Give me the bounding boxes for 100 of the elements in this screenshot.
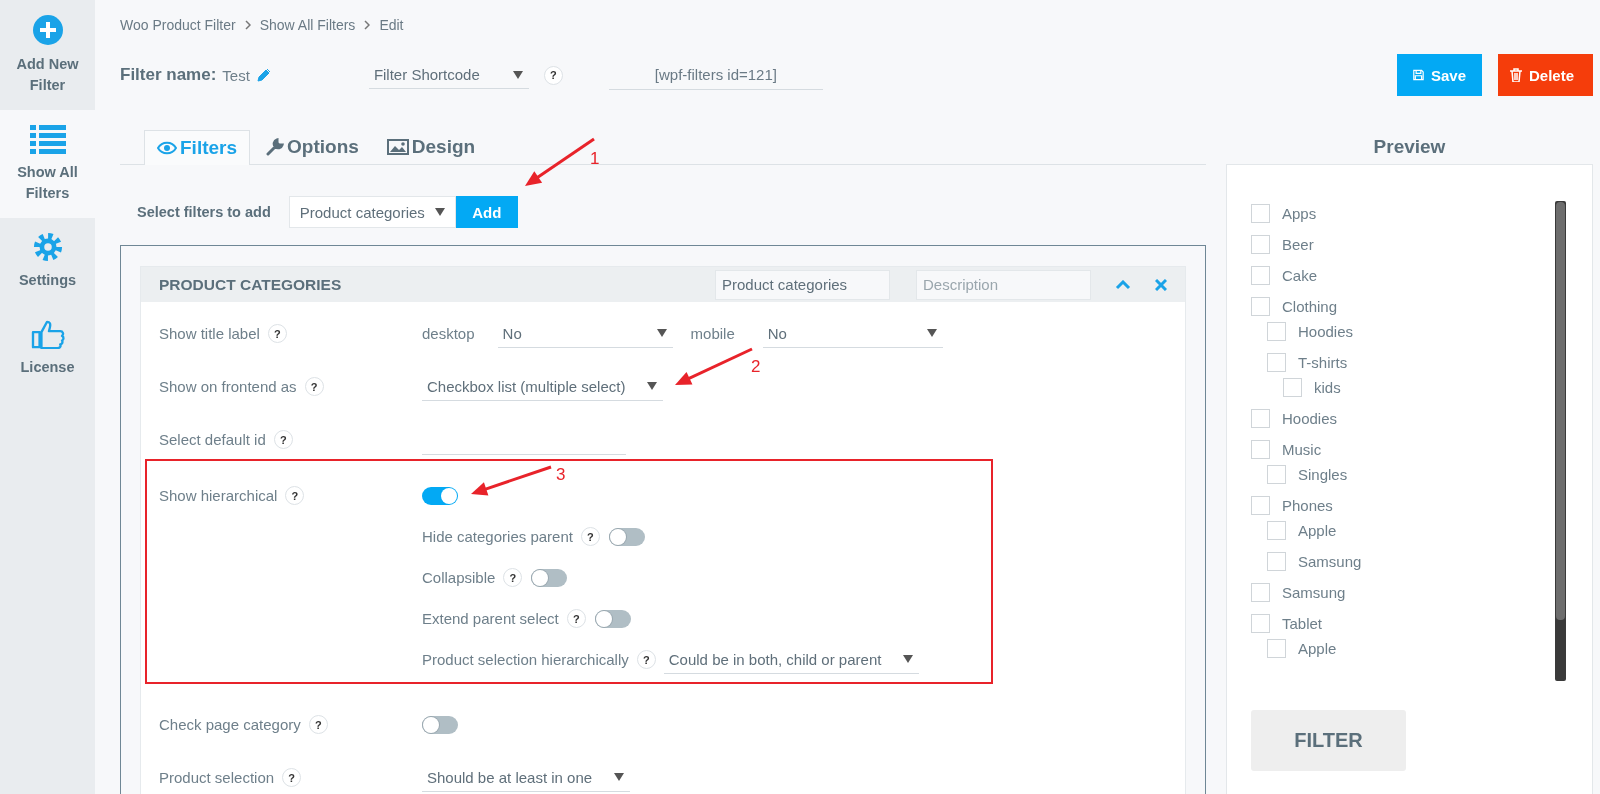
toggle-switch[interactable]	[594, 609, 631, 628]
eye-icon	[157, 141, 177, 155]
delete-button[interactable]: Delete	[1498, 54, 1593, 96]
plus-circle-icon	[31, 14, 64, 46]
breadcrumb-link[interactable]: Show All Filters	[259, 17, 356, 33]
option-label: Product selection	[159, 769, 275, 786]
dropdown-select[interactable]: Should be at least in one	[422, 763, 631, 792]
checkbox[interactable]	[1267, 639, 1286, 658]
scrollbar[interactable]	[1555, 201, 1566, 681]
checkbox[interactable]	[1251, 204, 1270, 223]
annotation-number: 2	[751, 358, 761, 376]
caret-icon	[926, 329, 937, 337]
category-label: Tablet	[1282, 615, 1323, 632]
toggle-switch[interactable]	[422, 486, 458, 505]
help-icon[interactable]: ?	[282, 768, 302, 787]
checkbox[interactable]	[1251, 496, 1270, 515]
sidebar-item[interactable]: License	[0, 305, 95, 392]
category-label: Beer	[1282, 236, 1314, 253]
help-icon[interactable]: ?	[580, 527, 600, 546]
help-icon[interactable]: ?	[543, 65, 563, 85]
category-label: Clothing	[1282, 298, 1338, 315]
scrollbar-thumb[interactable]	[1556, 202, 1565, 620]
option-label: Show on frontend as	[159, 378, 297, 395]
filter-button[interactable]: FILTER	[1251, 710, 1406, 771]
dropdown-select[interactable]: Checkbox list (multiple select)	[422, 372, 664, 401]
category-label: Music	[1282, 441, 1322, 458]
checkbox[interactable]	[1283, 378, 1302, 397]
category-label: Hoodies	[1298, 323, 1354, 340]
checkbox[interactable]	[1267, 521, 1286, 540]
close-icon[interactable]	[1155, 278, 1167, 291]
option-label: Product selection hierarchically	[422, 651, 629, 668]
tab[interactable]: Filters	[144, 130, 251, 165]
mobile-select[interactable]: No	[762, 319, 943, 348]
chevron-right-icon	[364, 20, 371, 30]
checkbox[interactable]	[1267, 353, 1286, 372]
checkbox[interactable]	[1251, 409, 1270, 428]
checkbox[interactable]	[1251, 440, 1270, 459]
caret-icon	[647, 382, 658, 390]
category-label: Apple	[1298, 522, 1337, 539]
wrench-icon	[266, 138, 285, 156]
category-label: Apps	[1282, 205, 1317, 222]
image-icon	[386, 139, 409, 155]
help-icon[interactable]: ?	[503, 568, 523, 587]
option-label: Show hierarchical	[159, 487, 278, 504]
option-label: Check page category	[159, 716, 301, 733]
checkbox[interactable]	[1251, 614, 1270, 633]
help-icon[interactable]: ?	[566, 609, 586, 628]
filter-type-select[interactable]: Product categories	[288, 196, 456, 228]
shortcode-select[interactable]: Filter Shortcode	[368, 61, 529, 89]
sidebar-item[interactable]: Add New Filter	[0, 0, 95, 110]
list-icon	[29, 124, 66, 154]
breadcrumb-link[interactable]: Woo Product Filter	[120, 17, 236, 33]
checkbox[interactable]	[1251, 266, 1270, 285]
device-label: mobile	[690, 325, 735, 342]
category-label: Cake	[1282, 267, 1318, 284]
category-label: Hoodies	[1282, 410, 1338, 427]
description-field[interactable]: Description	[916, 269, 1091, 300]
filter-name: Test	[222, 66, 250, 84]
gear-icon	[32, 232, 63, 262]
checkbox[interactable]	[1251, 235, 1270, 254]
help-icon[interactable]: ?	[636, 650, 656, 669]
toggle-switch[interactable]	[608, 527, 645, 546]
sidebar-item[interactable]: Show All Filters	[0, 110, 95, 218]
title-field[interactable]: Product categories	[715, 269, 890, 300]
toggle-switch[interactable]	[422, 715, 458, 734]
preview-title: Preview	[1372, 135, 1447, 159]
caret-icon	[903, 655, 914, 663]
tab[interactable]: Options	[254, 130, 371, 164]
filter-name-label: Filter name:	[120, 65, 217, 85]
category-label: Samsung	[1282, 584, 1346, 601]
device-label: desktop	[422, 325, 475, 342]
category-label: T-shirts	[1298, 354, 1348, 371]
option-label: Collapsible	[422, 569, 496, 586]
desktop-select[interactable]: No	[497, 319, 673, 348]
sidebar-item[interactable]: Settings	[0, 218, 95, 305]
toggle-switch[interactable]	[531, 568, 568, 587]
annotation-number: 3	[556, 466, 566, 484]
help-icon[interactable]: ?	[308, 715, 328, 734]
pencil-icon[interactable]	[256, 68, 271, 82]
checkbox[interactable]	[1267, 552, 1286, 571]
category-label: Singles	[1298, 466, 1348, 483]
category-label: Samsung	[1298, 553, 1362, 570]
option-label: Hide categories parent	[422, 528, 573, 545]
help-icon[interactable]: ?	[285, 486, 305, 505]
option-label: Show title label	[159, 325, 260, 342]
help-icon[interactable]: ?	[267, 324, 287, 343]
checkbox[interactable]	[1267, 465, 1286, 484]
chevron-up-icon[interactable]	[1115, 279, 1131, 290]
dropdown-select[interactable]: Could be in both, child or parent	[663, 645, 920, 674]
checkbox[interactable]	[1251, 297, 1270, 316]
checkbox[interactable]	[1267, 322, 1286, 341]
help-icon[interactable]: ?	[273, 430, 293, 449]
annotation-number: 1	[590, 150, 600, 168]
checkbox[interactable]	[1251, 583, 1270, 602]
caret-icon	[512, 70, 523, 79]
shortcode-field[interactable]: [wpf-filters id=121]	[608, 60, 823, 90]
add-filters-label: Select filters to add	[137, 204, 271, 220]
help-icon[interactable]: ?	[304, 377, 324, 396]
tab[interactable]: Design	[374, 130, 488, 164]
caret-icon	[614, 773, 625, 781]
